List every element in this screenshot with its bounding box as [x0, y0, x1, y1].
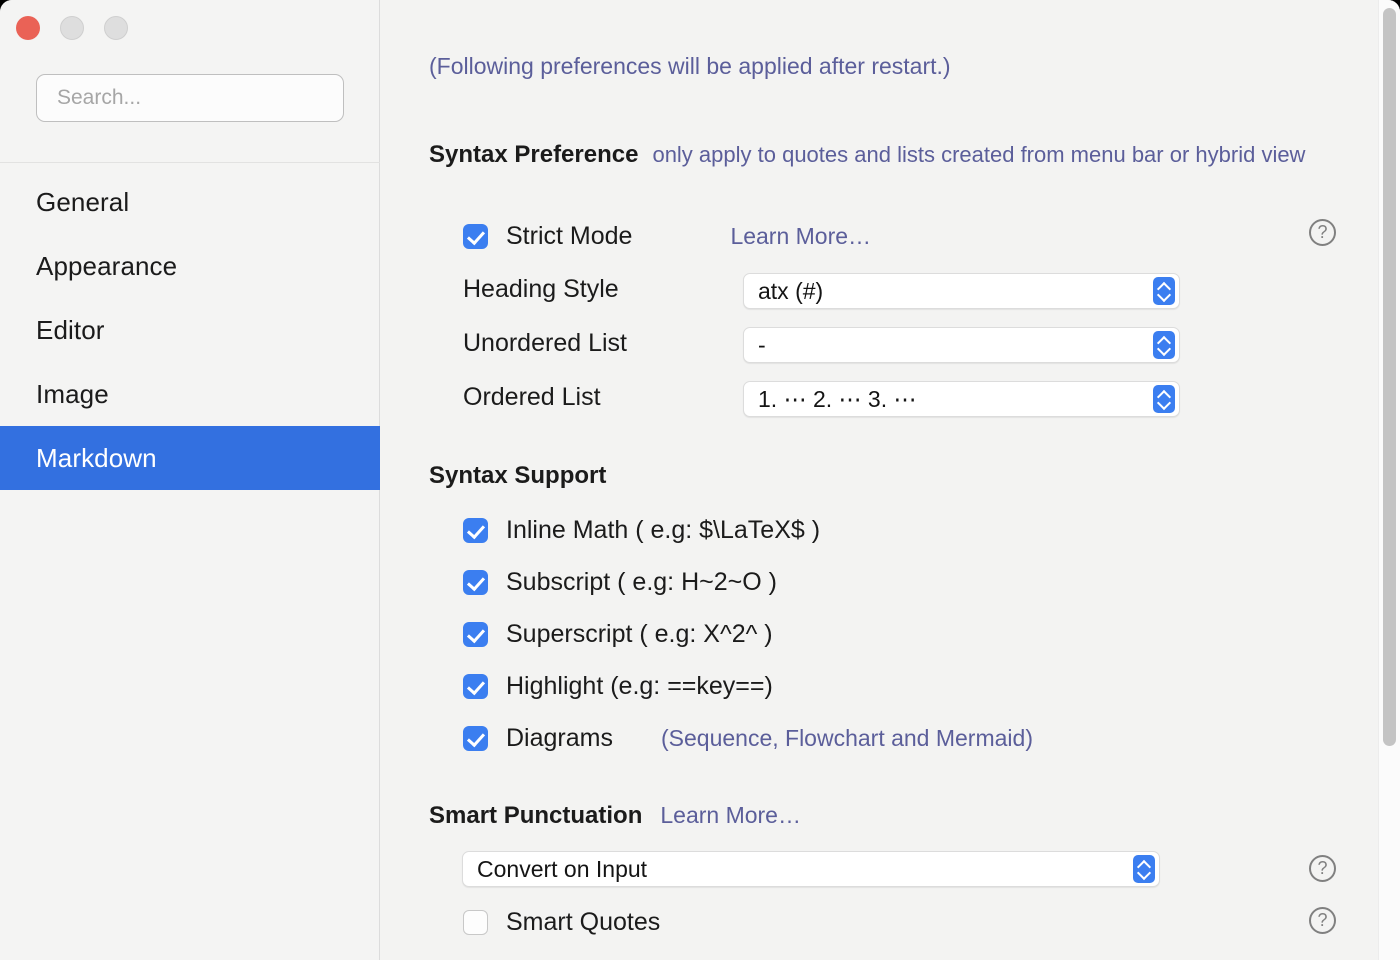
- smart-quotes-row: Smart Quotes: [463, 908, 660, 937]
- highlight-checkbox[interactable]: [463, 674, 488, 699]
- strict-mode-row: Strict Mode Learn More…: [463, 222, 871, 251]
- syntax-preference-heading: Syntax Preference only apply to quotes an…: [429, 139, 1349, 171]
- smart-quotes-help-icon[interactable]: ?: [1309, 907, 1336, 934]
- highlight-row: Highlight (e.g: ==key==): [463, 672, 773, 701]
- close-button-icon[interactable]: [16, 16, 40, 40]
- sidebar-item-label: General: [36, 186, 130, 217]
- sidebar-item-label: Editor: [36, 314, 105, 345]
- search-input[interactable]: [36, 74, 344, 122]
- sidebar-nav: General Appearance Editor Image Markdown: [0, 170, 380, 490]
- superscript-checkbox[interactable]: [463, 622, 488, 647]
- heading-style-select[interactable]: atx (#): [743, 273, 1180, 309]
- strict-mode-help-icon[interactable]: ?: [1309, 219, 1336, 246]
- sidebar-item-image[interactable]: Image: [0, 362, 380, 426]
- diagrams-label: Diagrams: [506, 724, 613, 752]
- smart-quotes-checkbox[interactable]: [463, 910, 488, 935]
- smart-punctuation-select[interactable]: Convert on Input: [462, 851, 1160, 887]
- chevron-up-down-icon[interactable]: [1153, 331, 1175, 359]
- syntax-preference-note: only apply to quotes and lists created f…: [652, 142, 1306, 167]
- unordered-list-select[interactable]: -: [743, 327, 1180, 363]
- ordered-list-label: Ordered List: [463, 383, 601, 411]
- unordered-list-label: Unordered List: [463, 329, 627, 357]
- heading-style-row: Heading Style: [463, 275, 619, 304]
- zoom-button-icon[interactable]: [104, 16, 128, 40]
- unordered-list-value: -: [758, 331, 766, 358]
- smart-punctuation-heading: Smart Punctuation Learn More…: [429, 802, 801, 830]
- sidebar-item-label: Markdown: [36, 442, 157, 473]
- sidebar-item-editor[interactable]: Editor: [0, 298, 380, 362]
- inline-math-row: Inline Math ( e.g: $\LaTeX$ ): [463, 516, 820, 545]
- smart-punctuation-value: Convert on Input: [477, 855, 648, 882]
- sidebar-item-markdown[interactable]: Markdown: [0, 426, 380, 490]
- chevron-up-down-icon[interactable]: [1153, 385, 1175, 413]
- diagrams-checkbox[interactable]: [463, 726, 488, 751]
- subscript-row: Subscript ( e.g: H~2~O ): [463, 568, 777, 597]
- ordered-list-row: Ordered List: [463, 383, 601, 412]
- superscript-row: Superscript ( e.g: X^2^ ): [463, 620, 773, 649]
- sidebar-item-label: Image: [36, 378, 109, 409]
- ordered-list-value: 1. ⋯ 2. ⋯ 3. ⋯: [758, 385, 917, 412]
- smart-punctuation-learn-more-link[interactable]: Learn More…: [660, 802, 801, 829]
- inline-math-label: Inline Math ( e.g: $\LaTeX$ ): [506, 516, 821, 544]
- sidebar-divider: [0, 162, 380, 163]
- chevron-up-down-icon[interactable]: [1133, 855, 1155, 883]
- syntax-preference-title: Syntax Preference: [429, 141, 639, 168]
- restart-notice: (Following preferences will be applied a…: [429, 53, 951, 79]
- scrollbar-thumb[interactable]: [1383, 8, 1396, 746]
- unordered-list-row: Unordered List: [463, 329, 627, 358]
- inline-math-checkbox[interactable]: [463, 518, 488, 543]
- strict-mode-checkbox[interactable]: [463, 224, 488, 249]
- minimize-button-icon[interactable]: [60, 16, 84, 40]
- sidebar: General Appearance Editor Image Markdown: [0, 0, 380, 960]
- chevron-up-down-icon[interactable]: [1153, 277, 1175, 305]
- syntax-support-heading: Syntax Support: [429, 462, 607, 489]
- search-field: [36, 74, 344, 122]
- sidebar-item-label: Appearance: [36, 250, 178, 281]
- heading-style-label: Heading Style: [463, 275, 619, 303]
- sidebar-item-general[interactable]: General: [0, 170, 380, 234]
- diagrams-note: (Sequence, Flowchart and Mermaid): [660, 725, 1033, 751]
- smart-punctuation-title: Smart Punctuation: [429, 802, 643, 829]
- smart-punctuation-help-icon[interactable]: ?: [1309, 855, 1336, 882]
- vertical-scrollbar[interactable]: [1378, 0, 1400, 960]
- strict-mode-learn-more-link[interactable]: Learn More…: [730, 223, 871, 250]
- strict-mode-label: Strict Mode: [506, 222, 633, 250]
- heading-style-value: atx (#): [758, 277, 824, 304]
- subscript-label: Subscript ( e.g: H~2~O ): [506, 568, 777, 596]
- traffic-lights: [16, 16, 128, 40]
- superscript-label: Superscript ( e.g: X^2^ ): [506, 620, 773, 648]
- ordered-list-select[interactable]: 1. ⋯ 2. ⋯ 3. ⋯: [743, 381, 1180, 417]
- preferences-window: General Appearance Editor Image Markdown…: [0, 0, 1400, 960]
- highlight-label: Highlight (e.g: ==key==): [506, 672, 773, 700]
- subscript-checkbox[interactable]: [463, 570, 488, 595]
- diagrams-row: Diagrams (Sequence, Flowchart and Mermai…: [463, 724, 1033, 753]
- sidebar-item-appearance[interactable]: Appearance: [0, 234, 380, 298]
- smart-quotes-label: Smart Quotes: [506, 908, 661, 936]
- content-pane: (Following preferences will be applied a…: [381, 0, 1400, 960]
